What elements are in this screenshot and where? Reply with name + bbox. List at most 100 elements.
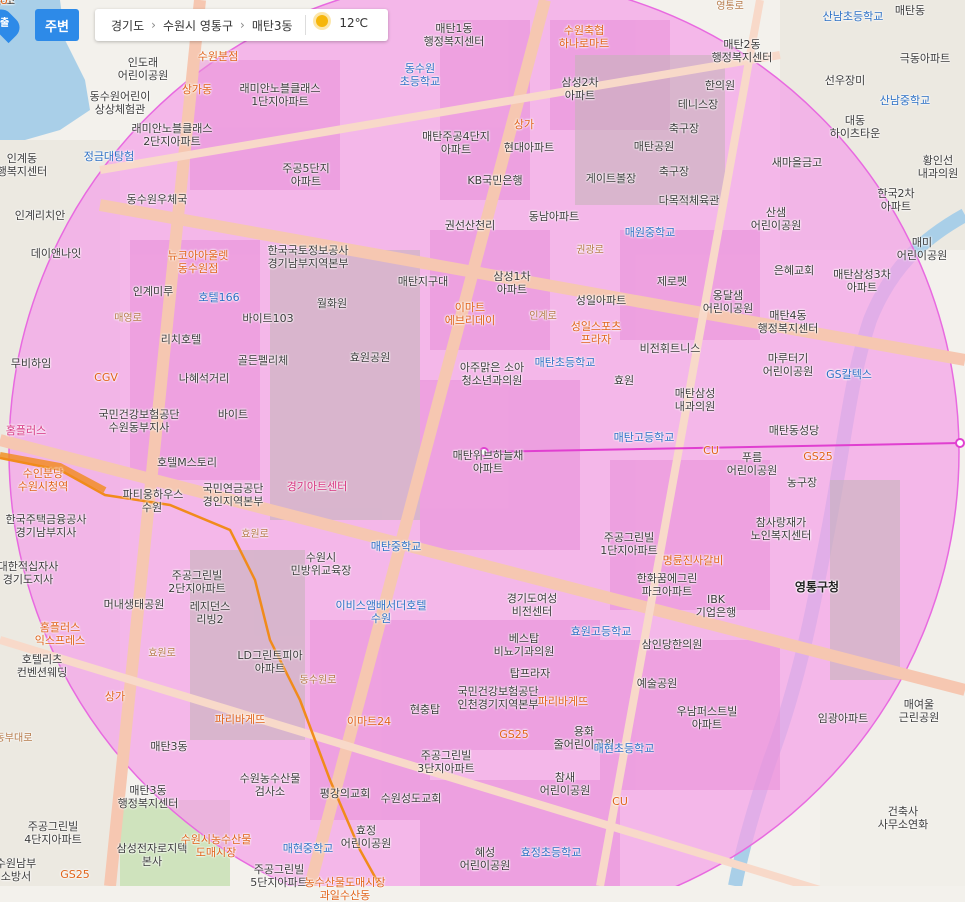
map-label[interactable]: 한의원: [705, 79, 735, 92]
map-label[interactable]: 명륜진사갈비: [663, 554, 724, 567]
map-label[interactable]: 인계리치안: [15, 209, 66, 222]
breadcrumb-province[interactable]: 경기도: [107, 17, 148, 34]
map-label[interactable]: GS25: [60, 868, 90, 881]
map-label[interactable]: 데이앤나잇: [31, 247, 82, 260]
map-label[interactable]: 이마트 에브리데이: [445, 301, 496, 327]
map-label[interactable]: 매탄3동 행정복지센터: [118, 784, 179, 810]
map-label[interactable]: 파티웅하우스: [123, 488, 184, 501]
map-label[interactable]: 황인선 내과의원: [918, 154, 958, 180]
map-label[interactable]: 매미 어린이공원: [897, 236, 948, 262]
map-label[interactable]: 새마을금고: [772, 156, 823, 169]
map-label[interactable]: 권선산천리: [445, 219, 496, 232]
map-label[interactable]: 나혜석거리: [179, 372, 230, 385]
map-label[interactable]: 래미안노블클래스 1단지아파트: [240, 82, 321, 108]
map-label[interactable]: 국민건강보험공단 수원동부지사: [99, 408, 180, 434]
map-label[interactable]: 상가동: [182, 83, 212, 96]
map-label[interactable]: 매탄3동: [150, 740, 187, 753]
map-label[interactable]: 농수산물도매시장 과일수산동: [305, 876, 386, 902]
map-label[interactable]: GS칼텍스: [826, 368, 872, 381]
map-label[interactable]: 극동아파트: [900, 52, 951, 65]
map-label[interactable]: 대동 하이츠타운: [830, 114, 881, 140]
map-label[interactable]: 호텔M스토리: [157, 456, 217, 469]
map-label[interactable]: 탑프라자: [510, 667, 550, 680]
map-label[interactable]: 동부대로: [0, 732, 32, 745]
map-label[interactable]: 현충탑: [410, 703, 440, 716]
map-label[interactable]: 제로펫: [657, 275, 687, 288]
map-label[interactable]: 수원시농수산물 도매시장: [181, 833, 252, 859]
map-label[interactable]: 수원: [142, 501, 162, 514]
map-label[interactable]: 축구장: [669, 122, 699, 135]
map-label[interactable]: 비전휘트니스: [640, 342, 701, 355]
map-label[interactable]: 한국2차 아파트: [877, 187, 914, 213]
breadcrumb-district[interactable]: 매탄3동: [248, 17, 297, 34]
map-label[interactable]: 임광아파트: [818, 712, 869, 725]
map-label[interactable]: 주공그린빌 4단지아파트: [24, 820, 82, 846]
map-label[interactable]: 매탄지구대: [398, 275, 449, 288]
map-label[interactable]: 삼성2차 아파트: [561, 76, 598, 102]
map-label[interactable]: 매탄2동 행정복지센터: [712, 38, 773, 64]
map-label[interactable]: 수원농수산물 검사소: [240, 772, 301, 798]
map-label[interactable]: 매탄삼성3차 아파트: [833, 268, 891, 294]
map-label[interactable]: 이비스앰배서더호텔 수원: [335, 599, 426, 625]
map-label[interactable]: CU: [612, 795, 628, 808]
map-label[interactable]: 홈플러스: [6, 424, 46, 437]
map-label[interactable]: 매현초등학교: [594, 742, 655, 755]
map-label[interactable]: 주공그린빌 5단지아파트: [250, 863, 308, 889]
map-label[interactable]: 대한적십자사 경기도지사: [0, 560, 58, 586]
map-label[interactable]: GS25: [803, 450, 833, 463]
map-label[interactable]: 산남중학교: [880, 94, 931, 107]
map-label[interactable]: 매현중학교: [283, 842, 334, 855]
map-label[interactable]: 매탄초등학교: [535, 356, 596, 369]
map-label[interactable]: 효원고등학교: [571, 625, 632, 638]
map-label[interactable]: 한국국토정보공사 경기남부지역본부: [268, 244, 349, 270]
map-label[interactable]: 주공그린빌 2단지아파트: [168, 569, 226, 595]
map-label[interactable]: 베스탑 비뇨기과의원: [494, 632, 555, 658]
map-label[interactable]: 산남초등학교: [823, 10, 884, 23]
map-label[interactable]: 홈플러스 익스프레스: [35, 621, 86, 647]
map-label[interactable]: 국민건강보험공단 인천경기지역본부: [458, 685, 539, 711]
map-label[interactable]: 매탄주공4단지 아파트: [422, 130, 490, 156]
map-label[interactable]: 수인분당 수원시청역: [18, 467, 69, 493]
map-label[interactable]: 동수원로: [300, 674, 337, 687]
map-label[interactable]: 예술공원: [637, 677, 677, 690]
map-label[interactable]: 혜성 어린이공원: [460, 846, 511, 872]
map-label[interactable]: 래미안노블클래스 2단지아파트: [132, 122, 213, 148]
map-label[interactable]: 국민연금공단 경인지역본부: [203, 482, 264, 508]
map-label[interactable]: 영통구청: [795, 581, 839, 594]
map-label[interactable]: 옹달샘 어린이공원: [703, 289, 754, 315]
map-label[interactable]: KB국민은행: [467, 174, 522, 187]
map-label[interactable]: 리치호텔: [161, 333, 201, 346]
map-label[interactable]: 효원로: [241, 528, 269, 541]
map-label[interactable]: 인계동 행복지센터: [0, 152, 47, 178]
map-label[interactable]: 영통로: [716, 0, 744, 13]
map-label[interactable]: 수원분점: [198, 50, 238, 63]
map-label[interactable]: 성일스포츠 프라자: [571, 320, 622, 346]
map-label[interactable]: 우남퍼스트빌 아파트: [677, 705, 738, 731]
map-label[interactable]: 수원축협 하나로마트: [559, 24, 610, 50]
map-label[interactable]: 매탄중학교: [371, 540, 422, 553]
map-label[interactable]: 매영로: [114, 312, 142, 325]
map-label[interactable]: CGV: [94, 371, 118, 384]
map-label[interactable]: 파리바게뜨: [538, 695, 589, 708]
map-label[interactable]: 상가: [105, 690, 125, 703]
map-label[interactable]: 농구장: [787, 476, 817, 489]
map-label[interactable]: 주공5단지 아파트: [282, 162, 329, 188]
map-label[interactable]: 권광로: [576, 244, 604, 257]
map-label[interactable]: 은혜교회: [774, 264, 814, 277]
map-label[interactable]: 매탄고등학교: [614, 431, 675, 444]
map-label[interactable]: 경기아트센터: [287, 480, 348, 493]
map-label[interactable]: 테니스장: [678, 98, 718, 111]
map-label[interactable]: 뉴코아아울렛 동수원점: [168, 249, 229, 275]
map-label[interactable]: 아주맑은 소아 청소년과의원: [460, 361, 524, 387]
map-label[interactable]: 현대아파트: [504, 141, 555, 154]
map-label[interactable]: 효정 어린이공원: [341, 824, 392, 850]
map-label[interactable]: 선우장미: [825, 74, 865, 87]
map-label[interactable]: 삼성1차 아파트: [493, 270, 530, 296]
map-label[interactable]: 축구장: [659, 165, 689, 178]
map-label[interactable]: 경기도여성 비전센터: [507, 592, 558, 618]
map-label[interactable]: 매탄동성당: [769, 424, 820, 437]
map-label[interactable]: 동수원 초등학교: [400, 62, 440, 88]
map-label[interactable]: 게이트볼장: [586, 172, 637, 185]
map-label[interactable]: 한화꿈에그린 파크아파트: [637, 572, 698, 598]
nearby-button[interactable]: 주변: [35, 9, 79, 41]
